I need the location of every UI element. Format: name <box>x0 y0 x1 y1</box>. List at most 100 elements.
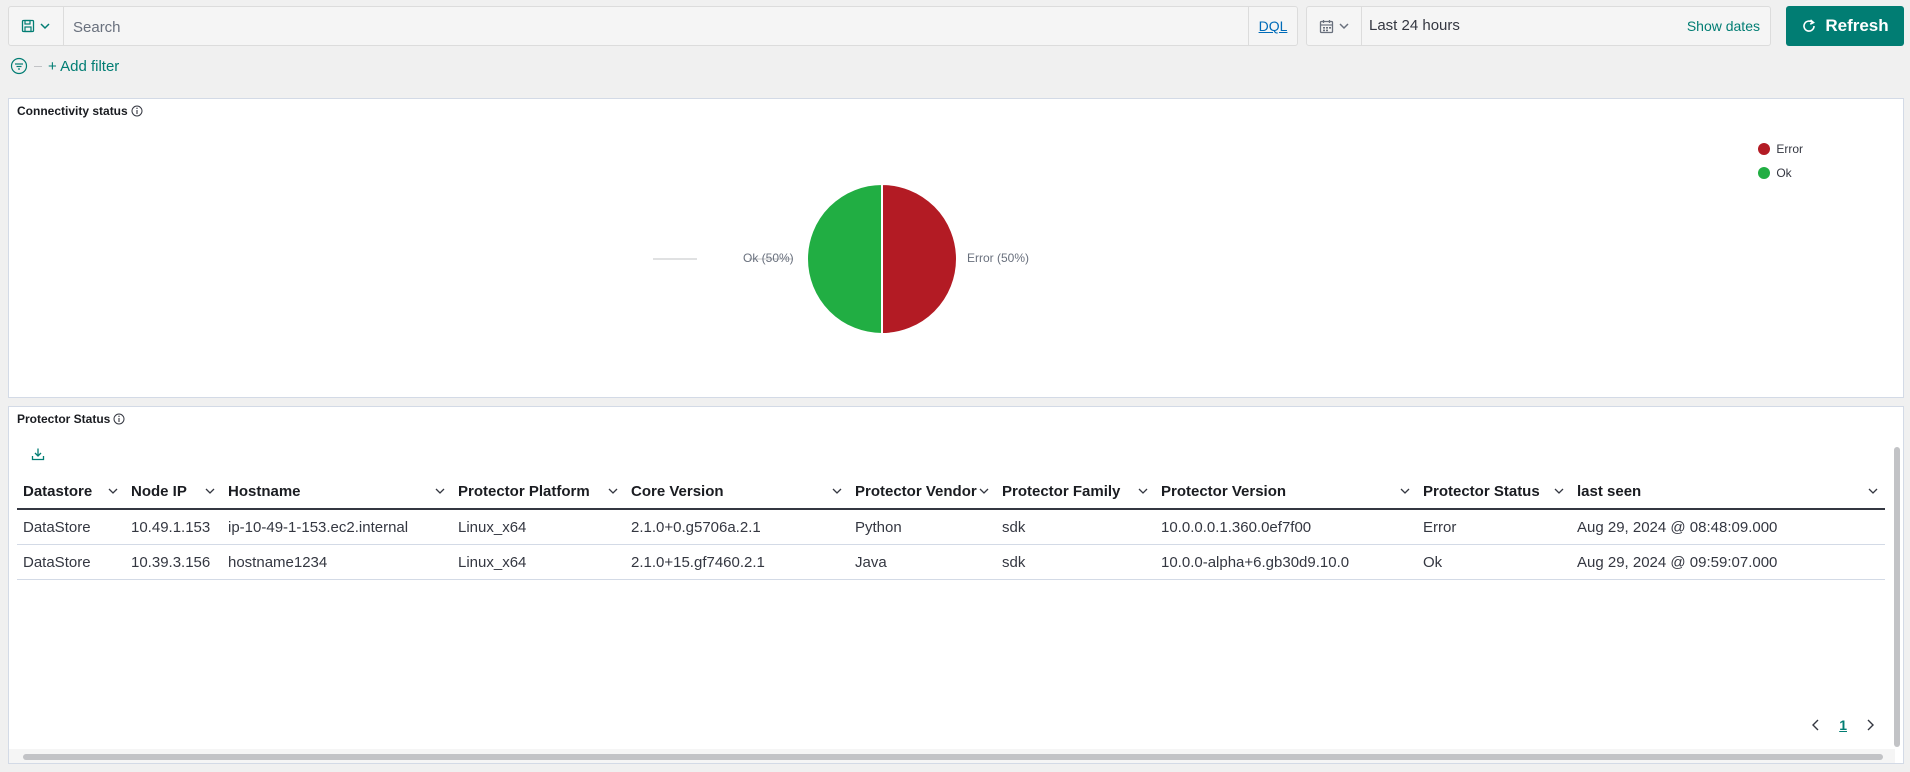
table-row[interactable]: DataStore 10.49.1.153 ip-10-49-1-153.ec2.i… <box>17 510 1885 545</box>
column-header-label: Datastore <box>23 482 93 500</box>
cell-protector-vendor: Python <box>855 518 902 536</box>
cell-datastore: DataStore <box>23 553 91 571</box>
cell-protector-family: sdk <box>1002 553 1026 571</box>
column-header-label: Protector Status <box>1423 482 1540 500</box>
panel-title: Protector Status <box>17 412 125 426</box>
horizontal-scrollbar[interactable] <box>9 749 1895 763</box>
table-header: Datastore Node IP Hostname Protector Platfo… <box>17 474 1885 510</box>
chevron-down-icon[interactable] <box>978 485 990 497</box>
cell-protector-platform: Linux_x64 <box>458 553 527 571</box>
table-body: DataStore 10.49.1.153 ip-10-49-1-153.ec2.i… <box>17 510 1885 580</box>
column-header-label: last seen <box>1577 482 1642 500</box>
chevron-down-icon[interactable] <box>1137 485 1149 497</box>
chevron-down-icon[interactable] <box>204 485 216 497</box>
chevron-right-icon <box>1867 719 1874 731</box>
chevron-down-icon <box>1338 23 1349 30</box>
ok-slice-label: Ok (50%) <box>743 251 794 265</box>
legend-item-error[interactable]: Error <box>1758 137 1803 161</box>
column-header-protector-family[interactable]: Protector Family <box>996 474 1155 508</box>
scrollbar-thumb[interactable] <box>23 754 1883 760</box>
page-number[interactable]: 1 <box>1839 717 1847 733</box>
column-header-protector-platform[interactable]: Protector Platform <box>452 474 625 508</box>
next-page-button[interactable] <box>1865 719 1875 731</box>
legend-dot <box>1758 167 1771 179</box>
column-header-label: Hostname <box>228 482 301 500</box>
saved-queries-button[interactable] <box>9 7 64 45</box>
column-header-protector-vendor[interactable]: Protector Vendor <box>849 474 996 508</box>
cell-node-ip: 10.39.3.156 <box>131 553 211 571</box>
cell-protector-family: sdk <box>1002 518 1026 536</box>
cell-protector-platform: Linux_x64 <box>458 518 527 536</box>
cell-hostname: hostname1234 <box>228 553 328 571</box>
query-language-button[interactable]: DQL <box>1248 7 1297 45</box>
protector-title: Protector Status <box>17 412 111 426</box>
column-header-label: Protector Vendor <box>855 482 977 500</box>
chevron-down-icon[interactable] <box>1553 485 1565 497</box>
column-header-label: Core Version <box>631 482 724 500</box>
chevron-down-icon <box>40 23 50 30</box>
chevron-down-icon[interactable] <box>1867 485 1879 497</box>
filter-bar: + Add filter <box>10 56 119 76</box>
divider <box>34 65 42 67</box>
protector-table: Datastore Node IP Hostname Protector Platfo… <box>17 474 1885 580</box>
column-header-protector-version[interactable]: Protector Version <box>1155 474 1417 508</box>
cell-hostname: ip-10-49-1-153.ec2.internal <box>228 518 409 536</box>
quick-select-button[interactable] <box>1307 7 1362 45</box>
add-filter-button[interactable]: + Add filter <box>48 58 119 75</box>
vertical-scrollbar[interactable] <box>1891 435 1903 765</box>
chart-legend: Error Ok <box>1758 137 1803 185</box>
connectivity-panel: Connectivity status Ok (50%) Error (50%)… <box>8 98 1904 398</box>
cell-node-ip: 10.49.1.153 <box>131 518 211 536</box>
time-range-label[interactable]: Last 24 hours <box>1369 7 1460 45</box>
cell-protector-status: Error <box>1423 518 1457 536</box>
legend-dot <box>1758 143 1771 155</box>
refresh-icon <box>1803 19 1816 32</box>
cell-core-version: 2.1.0+15.gf7460.2.1 <box>631 553 765 571</box>
column-header-protector-status[interactable]: Protector Status <box>1417 474 1571 508</box>
filter-icon[interactable] <box>10 57 28 75</box>
column-header-core-version[interactable]: Core Version <box>625 474 849 508</box>
scrollbar-thumb[interactable] <box>1894 447 1900 747</box>
save-icon <box>21 19 35 33</box>
cell-last-seen: Aug 29, 2024 @ 08:48:09.000 <box>1577 518 1778 536</box>
pagination: 1 <box>1811 717 1875 733</box>
chevron-down-icon[interactable] <box>434 485 446 497</box>
chevron-left-icon <box>1812 719 1819 731</box>
column-header-label: Protector Version <box>1161 482 1287 500</box>
cell-datastore: DataStore <box>23 518 91 536</box>
column-header-node-ip[interactable]: Node IP <box>125 474 222 508</box>
calendar-icon <box>1319 19 1333 33</box>
cell-protector-status: Ok <box>1423 553 1443 571</box>
pie-slice-ok[interactable] <box>806 182 883 336</box>
column-header-datastore[interactable]: Datastore <box>17 474 125 508</box>
cell-protector-vendor: Java <box>855 553 887 571</box>
chevron-down-icon[interactable] <box>1399 485 1411 497</box>
protector-status-panel: Protector Status Datastore Node IP Hostnam… <box>8 406 1904 764</box>
table-row[interactable]: DataStore 10.39.3.156 hostname1234 Linux_x6… <box>17 545 1885 580</box>
show-dates-button[interactable]: Show dates <box>1687 7 1760 45</box>
search-input[interactable] <box>71 7 1255 47</box>
column-header-label: Node IP <box>131 482 187 500</box>
cell-protector-version: 10.0.0.0.1.360.0ef7f00 <box>1161 518 1312 536</box>
pie-chart <box>653 182 958 336</box>
error-slice-label: Error (50%) <box>967 251 1030 265</box>
chevron-down-icon[interactable] <box>607 485 619 497</box>
previous-page-button[interactable] <box>1811 719 1821 731</box>
cell-core-version: 2.1.0+0.g5706a.2.1 <box>631 518 761 536</box>
query-bar: DQL <box>8 6 1298 47</box>
chevron-down-icon[interactable] <box>831 485 843 497</box>
legend-label: Ok <box>1776 166 1792 180</box>
refresh-label: Refresh <box>1825 16 1889 35</box>
legend-label: Error <box>1776 142 1803 156</box>
column-header-label: Protector Platform <box>458 482 590 500</box>
column-header-hostname[interactable]: Hostname <box>222 474 452 508</box>
refresh-button[interactable]: Refresh <box>1786 6 1904 46</box>
cell-protector-version: 10.0.0-alpha+6.gb30d9.10.0 <box>1161 553 1350 571</box>
column-header-label: Protector Family <box>1002 482 1121 500</box>
pie-slice-error[interactable] <box>881 182 958 336</box>
chevron-down-icon[interactable] <box>107 485 119 497</box>
legend-item-ok[interactable]: Ok <box>1758 161 1803 185</box>
info-icon[interactable] <box>113 413 125 425</box>
download-button[interactable] <box>31 447 45 466</box>
column-header-last-seen[interactable]: last seen <box>1571 474 1885 508</box>
